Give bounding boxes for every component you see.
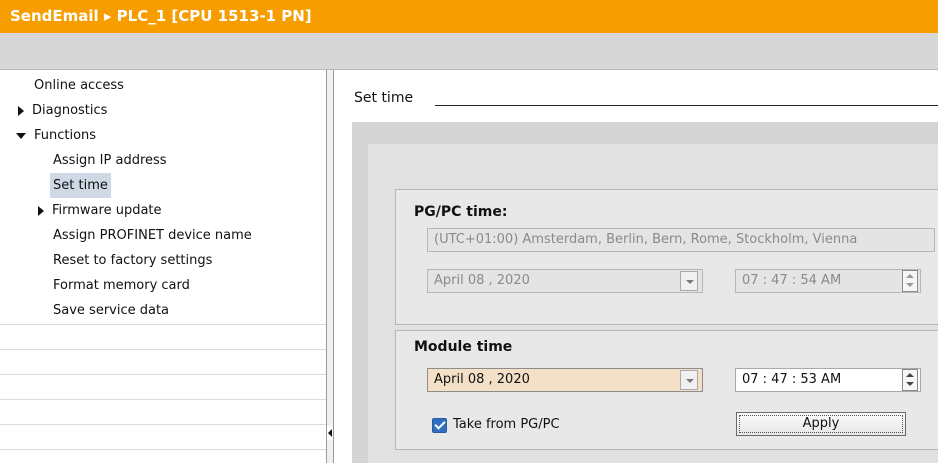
spin-down-icon [906,283,914,287]
nav-item-reset-to-factory-settings[interactable]: Reset to factory settings [50,248,215,273]
section-title: Set time [354,90,414,106]
navigation-panel: Online access Diagnostics Functions Assi… [0,69,334,463]
module-time-group: Module time April 08 , 2020 07 : 47 : 53… [395,330,938,450]
collapse-arrow-icon[interactable] [16,132,26,139]
nav-item-label: Functions [34,128,97,143]
module-time-spinner[interactable] [902,369,918,391]
nav-item-label: Online access [34,78,124,93]
nav-item-online-access[interactable]: Online access [31,73,127,98]
timezone-field: (UTC+01:00) Amsterdam, Berlin, Bern, Rom… [427,228,935,252]
content-panel: Set time PG/PC time: (UTC+01:00) Amsterd… [334,69,938,463]
pgpc-time-spinner [902,270,918,292]
module-time-title: Module time [414,339,513,355]
section-rule [435,105,938,106]
pgpc-date-value: April 08 , 2020 [434,273,530,288]
nav-item-firmware-update[interactable]: Firmware update [38,198,165,223]
divider [0,449,326,450]
spin-up-icon[interactable] [906,373,914,377]
nav-item-diagnostics[interactable]: Diagnostics [18,98,110,123]
module-time-value: 07 : 47 : 53 AM [742,372,842,387]
pgpc-time-group: PG/PC time: (UTC+01:00) Amsterdam, Berli… [395,189,938,325]
divider [0,324,326,325]
pgpc-time-field: 07 : 47 : 54 AM [735,269,921,293]
module-date-field[interactable]: April 08 , 2020 [427,368,703,392]
nav-item-label: Assign PROFINET device name [53,228,252,243]
nav-item-label: Format memory card [53,278,190,293]
nav-item-assign-ip-address[interactable]: Assign IP address [50,148,170,173]
toolbar [0,33,938,69]
breadcrumb: SendEmail ▸ PLC_1 [CPU 1513-1 PN] [10,7,312,25]
content-area: PG/PC time: (UTC+01:00) Amsterdam, Berli… [352,122,938,463]
take-from-pgpc-label[interactable]: Take from PG/PC [453,417,560,432]
nav-item-label: Save service data [53,303,170,318]
pgpc-time-title: PG/PC time: [414,204,508,220]
nav-item-label: Diagnostics [32,103,108,118]
chevron-down-icon [686,280,694,284]
content-inner: PG/PC time: (UTC+01:00) Amsterdam, Berli… [368,144,938,463]
focus-ring [739,415,903,433]
panel-splitter[interactable] [326,70,334,463]
collapse-panel-icon[interactable] [327,426,333,440]
nav-item-label: Assign IP address [53,153,167,168]
title-bar: SendEmail ▸ PLC_1 [CPU 1513-1 PN] [0,0,938,33]
chevron-down-icon [686,379,694,383]
nav-item-set-time[interactable]: Set time [50,173,111,198]
expand-arrow-icon[interactable] [18,105,24,116]
module-date-value: April 08 , 2020 [434,372,530,387]
pgpc-date-dropdown [680,271,698,291]
divider [0,349,326,350]
expand-arrow-icon[interactable] [38,205,44,216]
spin-down-icon[interactable] [906,382,914,386]
divider [0,424,326,425]
nav-item-label: Set time [50,173,111,198]
nav-item-save-service-data[interactable]: Save service data [50,298,172,323]
module-date-dropdown[interactable] [680,370,698,390]
apply-button[interactable]: Apply [736,412,906,436]
module-time-field[interactable]: 07 : 47 : 53 AM [735,368,921,392]
pgpc-time-value: 07 : 47 : 54 AM [742,273,842,288]
take-from-pgpc-checkbox[interactable] [432,418,447,433]
divider [0,374,326,375]
nav-item-label: Firmware update [52,203,162,218]
spin-up-icon [906,274,914,278]
nav-item-functions[interactable]: Functions [16,123,99,148]
nav-item-format-memory-card[interactable]: Format memory card [50,273,193,298]
divider [0,399,326,400]
nav-item-label: Reset to factory settings [53,253,213,268]
pgpc-date-field: April 08 , 2020 [427,269,703,293]
nav-item-assign-profinet-device-name[interactable]: Assign PROFINET device name [50,223,255,248]
